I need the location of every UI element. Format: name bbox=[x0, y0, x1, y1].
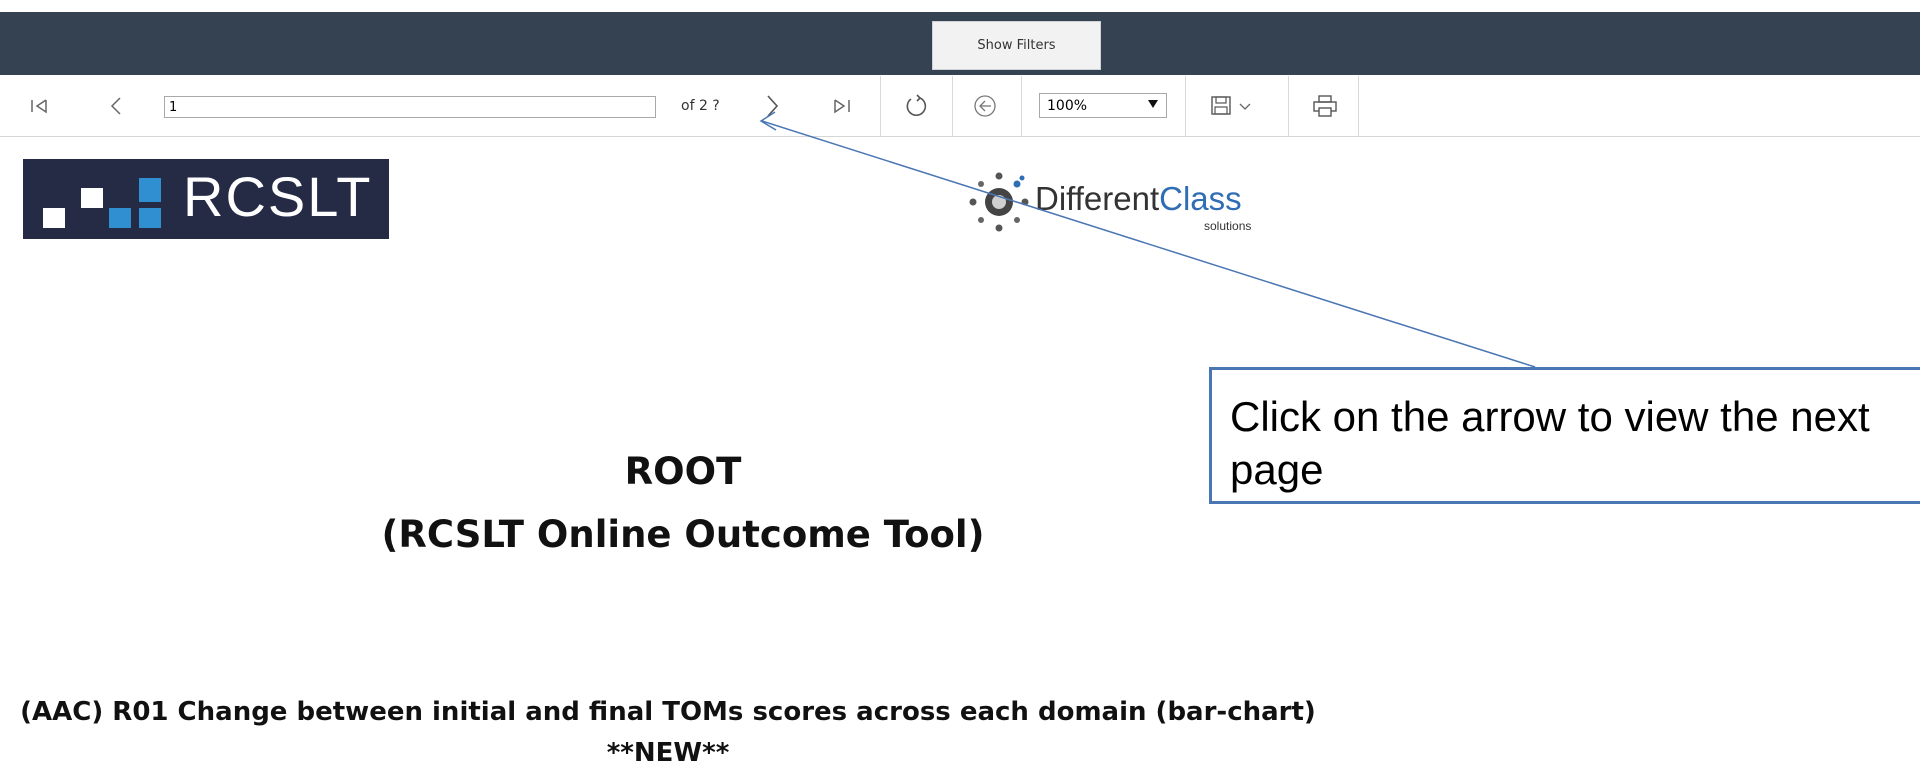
next-page-icon[interactable] bbox=[752, 76, 792, 136]
first-page-icon[interactable] bbox=[20, 76, 60, 136]
differentclass-logo-subtext: solutions bbox=[1204, 219, 1252, 233]
rcslt-logo-text: RCSLT bbox=[183, 165, 373, 228]
report-heading-line1: ROOT bbox=[624, 450, 742, 493]
save-icon[interactable] bbox=[1205, 76, 1265, 136]
show-filters-button[interactable]: Show Filters bbox=[932, 21, 1101, 70]
back-icon[interactable] bbox=[965, 76, 1005, 136]
instruction-callout: Click on the arrow to view the next page bbox=[1209, 367, 1920, 504]
differentclass-gear-icon bbox=[966, 166, 1032, 236]
refresh-icon[interactable] bbox=[896, 76, 936, 136]
dropdown-caret-icon bbox=[1148, 100, 1158, 108]
last-page-icon[interactable] bbox=[822, 76, 862, 136]
page-number-input[interactable] bbox=[164, 96, 656, 118]
differentclass-logo-text: DifferentClass bbox=[1035, 180, 1242, 217]
print-icon[interactable] bbox=[1305, 76, 1345, 136]
page-count-label: of 2 ? bbox=[681, 98, 720, 114]
report-section-title: (AAC) R01 Change between initial and fin… bbox=[20, 697, 1316, 768]
zoom-select[interactable]: 100% bbox=[1039, 93, 1167, 118]
report-heading-line2: (RCSLT Online Outcome Tool) bbox=[381, 513, 985, 556]
zoom-value: 100% bbox=[1047, 97, 1088, 114]
previous-page-icon[interactable] bbox=[96, 76, 136, 136]
